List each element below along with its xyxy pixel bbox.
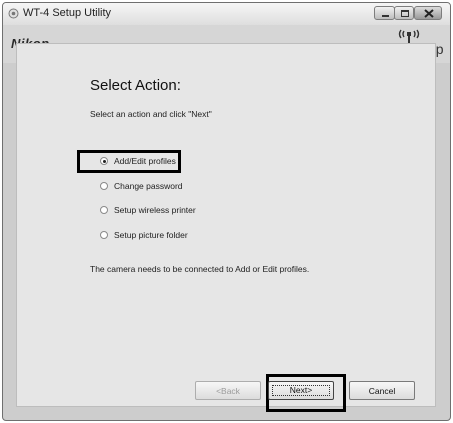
radio-label: Add/Edit profiles — [114, 156, 176, 166]
title-bar[interactable]: WT-4 Setup Utility — [3, 3, 450, 26]
maximize-icon — [401, 10, 409, 17]
setup-window: WT-4 Setup Utility Nikon. — [2, 2, 451, 421]
app-icon — [8, 8, 19, 19]
radio-label: Setup wireless printer — [114, 205, 196, 215]
radio-button[interactable] — [100, 157, 108, 165]
instruction-text: Select an action and click "Next" — [90, 109, 212, 119]
next-button[interactable]: Next> — [268, 381, 334, 400]
radio-label: Change password — [114, 181, 183, 191]
maximize-button[interactable] — [394, 6, 414, 20]
close-icon — [424, 9, 434, 18]
radio-button[interactable] — [100, 231, 108, 239]
back-button[interactable]: <Back — [195, 381, 261, 400]
focus-ring — [272, 385, 330, 396]
radio-label: Setup picture folder — [114, 230, 188, 240]
radio-button[interactable] — [100, 206, 108, 214]
window-title: WT-4 Setup Utility — [23, 7, 112, 19]
content-panel: Select Action: Select an action and clic… — [16, 43, 436, 407]
minimize-icon — [382, 15, 389, 17]
cancel-button[interactable]: Cancel — [349, 381, 415, 400]
close-button[interactable] — [414, 6, 442, 20]
radio-button[interactable] — [100, 182, 108, 190]
minimize-button[interactable] — [374, 6, 395, 20]
page-title: Select Action: — [90, 77, 181, 94]
connection-note: The camera needs to be connected to Add … — [90, 264, 310, 274]
